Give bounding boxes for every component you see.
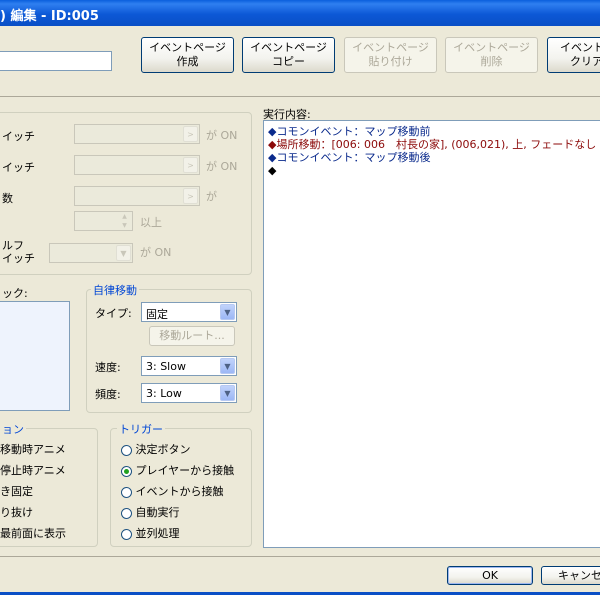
trigger-player-touch[interactable]: プレイヤーから接触 [121,462,234,478]
options-title: ョン [0,421,26,437]
window-title: ) 編集 - ID:005 [0,9,99,24]
autonomous-title: 自律移動 [91,282,139,298]
event-name-input[interactable] [0,51,112,71]
clear-page-line2: クリア [570,55,600,68]
variable-field[interactable]: > [74,186,200,206]
self-switch-label-line2: イッチ [2,252,35,265]
move-type-label: タイプ: [95,307,132,320]
copy-page-line2: コピー [272,55,305,68]
footer-divider [0,556,600,557]
option-direction-fix[interactable]: き固定 [0,483,33,499]
speed-label: 速度: [95,361,121,374]
command-line[interactable]: ◆コモンイベント：マップ移動後 [268,151,430,164]
trigger-parallel[interactable]: 並列処理 [121,525,180,541]
frequency-value: 3: Low [146,387,182,400]
create-page-button[interactable]: イベントページ 作成 [141,37,234,73]
variable-select-icon: > [183,188,198,204]
variable-value-stepper[interactable]: ▲ ▼ [74,211,133,231]
option-step-anim[interactable]: 停止時アニメ [0,462,66,478]
create-page-line1: イベントページ [149,41,226,54]
clear-page-line1: イベントペ [560,41,600,54]
cancel-button[interactable]: キャンセル [541,566,600,585]
move-route-label: 移動ルート... [159,329,225,342]
move-type-select[interactable]: 固定 ▼ [141,302,237,322]
variable-suffix: が [206,190,217,203]
trigger-autorun-label: 自動実行 [135,506,180,519]
radio-icon [121,507,132,519]
ok-label: OK [482,568,498,582]
toolbar-divider [0,96,600,97]
paste-page-line1: イベントページ [352,41,429,54]
radio-selected-icon [121,465,132,477]
switch1-suffix: が ON [206,129,238,142]
trigger-title: トリガー [117,421,165,437]
self-switch-suffix: が ON [140,246,172,259]
radio-icon [121,486,132,498]
switch2-field[interactable]: > [74,155,200,175]
move-type-value: 固定 [146,308,168,321]
paste-page-line2: 貼り付け [368,55,413,68]
delete-page-line1: イベントページ [453,41,530,54]
command-line[interactable]: ◆場所移動：[006: 006 村長の家], (006,021), 上, フェー… [268,138,596,151]
option-through[interactable]: り抜け [0,504,33,520]
variable-min-suffix: 以上 [140,216,162,229]
variable-label: 数 [2,192,13,205]
self-switch-select[interactable]: ▼ [49,243,133,263]
stepper-down-icon[interactable]: ▼ [118,222,131,230]
trigger-event-label: イベントから接触 [135,485,224,498]
command-line[interactable]: ◆コモンイベント：マップ移動前 [268,125,430,138]
delete-page-button[interactable]: イベントページ 削除 [445,37,538,73]
graphic-label: ック: [2,287,28,300]
move-route-button[interactable]: 移動ルート... [149,326,235,346]
cancel-label: キャンセル [558,568,600,582]
trigger-event-touch[interactable]: イベントから接触 [121,483,224,499]
create-page-line2: 作成 [176,55,199,68]
frequency-label: 頻度: [95,388,121,401]
delete-page-line2: 削除 [480,55,503,68]
copy-page-button[interactable]: イベントページ コピー [242,37,335,73]
speed-dropdown-icon: ▼ [220,358,235,374]
event-command-list[interactable]: ◆コモンイベント：マップ移動前 ◆場所移動：[006: 006 村長の家], (… [263,120,600,548]
graphic-preview[interactable] [0,301,70,411]
switch1-field[interactable]: > [74,124,200,144]
frequency-dropdown-icon: ▼ [220,385,235,401]
clear-page-button[interactable]: イベントペ クリア [547,37,600,73]
ok-button[interactable]: OK [447,566,533,585]
command-line[interactable]: ◆ [268,164,276,177]
move-type-dropdown-icon: ▼ [220,304,235,320]
trigger-action-button[interactable]: 決定ボタン [121,441,191,457]
trigger-action-label: 決定ボタン [135,443,191,456]
speed-select[interactable]: 3: Slow ▼ [141,356,237,376]
radio-icon [121,528,132,540]
copy-page-line1: イベントページ [250,41,327,54]
switch1-select-icon: > [183,126,198,142]
switch2-suffix: が ON [206,160,238,173]
radio-icon [121,444,132,456]
option-always-on-top[interactable]: 最前面に表示 [0,525,66,541]
self-switch-label: ルフ イッチ [2,239,35,265]
switch1-label: イッチ [2,130,35,143]
self-switch-label-line1: ルフ [2,239,24,252]
trigger-parallel-label: 並列処理 [135,527,180,540]
switch2-label: イッチ [2,161,35,174]
self-switch-dropdown-icon: ▼ [116,245,131,261]
frequency-select[interactable]: 3: Low ▼ [141,383,237,403]
trigger-player-label: プレイヤーから接触 [135,464,235,477]
paste-page-button[interactable]: イベントページ 貼り付け [344,37,437,73]
trigger-autorun[interactable]: 自動実行 [121,504,180,520]
option-walk-anim[interactable]: 移動時アニメ [0,441,66,457]
switch2-select-icon: > [183,157,198,173]
speed-value: 3: Slow [146,360,186,373]
stepper-up-icon[interactable]: ▲ [118,213,131,221]
